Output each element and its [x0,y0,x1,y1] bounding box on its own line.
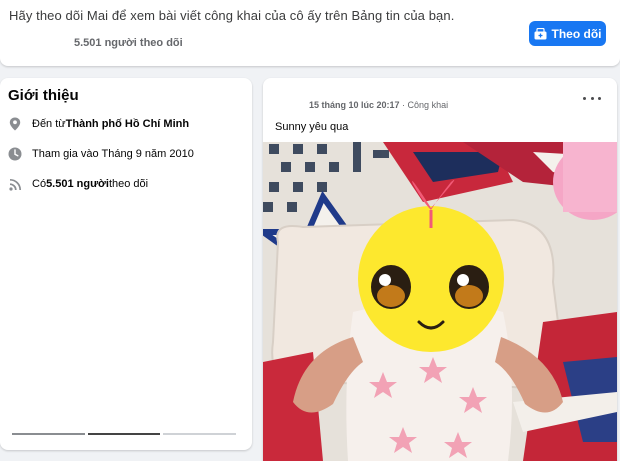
intro-title: Giới thiệu [8,87,79,104]
post-text: Sunny yêu qua [275,121,349,133]
hometown-prefix: Đến từ [32,118,66,130]
followers-count[interactable]: 5.501 người [46,178,109,190]
followers-suffix: theo dõi [108,178,149,190]
follow-message: Hãy theo dõi Mai để xem bài viết công kh… [9,8,455,23]
intro-footer-divider [12,433,237,435]
follow-banner: Hãy theo dõi Mai để xem bài viết công kh… [0,0,620,66]
hometown-city[interactable]: Thành phố Hồ Chí Minh [66,118,189,130]
post-privacy: Công khai [407,100,449,110]
post-photo[interactable] [263,142,617,461]
follower-count[interactable]: 5.501 người theo dõi [74,37,183,49]
post-meta: 15 tháng 10 lúc 20:17 · Công khai [309,100,448,110]
meta-separator: · [399,100,408,110]
followers-prefix: Có [32,178,47,190]
more-options-icon[interactable] [583,92,601,104]
intro-followers: Có 5.501 người theo dõi [8,177,148,191]
joined-text: Tham gia vào Tháng 9 năm 2010 [32,148,194,160]
post-card: 15 tháng 10 lúc 20:17 · Công khai Sunny … [263,78,617,461]
rss-feed-icon [8,177,22,191]
intro-card: Giới thiệu Đến từ Thành phố Hồ Chí Minh … [0,78,252,450]
location-pin-icon [8,117,22,131]
follow-icon [534,27,547,40]
intro-joined: Tham gia vào Tháng 9 năm 2010 [8,147,194,161]
follow-button[interactable]: Theo dõi [529,21,606,46]
follow-button-label: Theo dõi [551,26,602,41]
post-date[interactable]: 15 tháng 10 lúc 20:17 [309,100,400,110]
clock-icon [8,147,22,161]
intro-hometown: Đến từ Thành phố Hồ Chí Minh [8,117,189,131]
